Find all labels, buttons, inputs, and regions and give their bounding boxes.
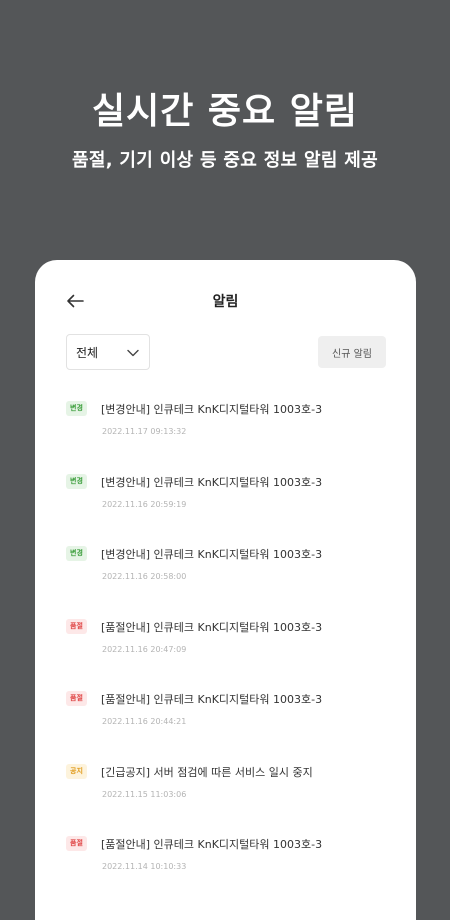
notification-title: [품절안내] 인큐테크 KnK디지털타워 1003호-3 xyxy=(101,620,323,634)
status-badge: 변경 xyxy=(66,401,87,416)
notification-title: [긴급공지] 서버 점검에 따른 서비스 일시 중지 xyxy=(101,765,313,779)
list-item[interactable]: 변경 [변경안내] 인큐테크 KnK디지털타워 1003호-3 2022.11.… xyxy=(35,533,416,606)
filter-dropdown[interactable]: 전체 xyxy=(66,334,150,370)
status-badge: 품절 xyxy=(66,618,87,634)
notification-timestamp: 2022.11.16 20:47:09 xyxy=(102,644,187,654)
notification-timestamp: 2022.11.16 20:59:19 xyxy=(102,499,187,509)
new-alert-button[interactable]: 신규 알림 xyxy=(318,336,386,368)
status-badge: 변경 xyxy=(66,546,87,561)
promo-subtitle: 품절, 기기 이상 등 중요 정보 알림 제공 xyxy=(71,150,378,171)
list-item[interactable]: 공지 [긴급공지] 서버 점검에 따른 서비스 일시 중지 2022.11.15… xyxy=(35,751,416,824)
notification-timestamp: 2022.11.16 20:58:00 xyxy=(102,572,187,581)
list-item[interactable]: 품절 [품절안내] 인큐테크 KnK디지털타워 1003호-3 2022.11.… xyxy=(35,606,416,679)
app-screen-card: 알림 전체 신규 알림 변경 [변경안내] 인큐테크 KnK디지털타워 1003… xyxy=(35,260,416,920)
notification-timestamp: 2022.11.17 09:13:32 xyxy=(102,427,187,436)
notification-timestamp: 2022.11.14 10:10:33 xyxy=(102,862,187,871)
notification-title: [변경안내] 인큐테크 KnK디지털타워 1003호-3 xyxy=(101,475,323,489)
filter-selected-value: 전체 xyxy=(76,345,99,360)
promo-title: 실시간 중요 알림 xyxy=(92,91,358,132)
notification-title: [변경안내] 인큐테크 KnK디지털타워 1003호-3 xyxy=(101,548,323,561)
top-bar: 알림 xyxy=(35,260,416,340)
list-item[interactable]: 품절 [품절안내] 인큐테크 KnK디지털타워 1003호-3 2022.11.… xyxy=(35,678,416,751)
list-item[interactable]: 변경 [변경안내] 인큐테크 KnK디지털타워 1003호-3 2022.11.… xyxy=(35,461,416,534)
notification-timestamp: 2022.11.16 20:44:21 xyxy=(102,717,187,726)
status-badge: 변경 xyxy=(66,473,87,489)
status-badge: 품절 xyxy=(66,836,87,851)
notification-list: 변경 [변경안내] 인큐테크 KnK디지털타워 1003호-3 2022.11.… xyxy=(35,388,416,896)
status-badge: 품절 xyxy=(66,691,87,706)
page-title: 알림 xyxy=(212,294,239,310)
notification-title: [품절안내] 인큐테크 KnK디지털타워 1003호-3 xyxy=(101,693,323,706)
list-item[interactable]: 변경 [변경안내] 인큐테크 KnK디지털타워 1003호-3 2022.11.… xyxy=(35,388,416,461)
notification-title: [변경안내] 인큐테크 KnK디지털타워 1003호-3 xyxy=(101,403,323,416)
status-badge: 공지 xyxy=(66,763,87,779)
promo-banner: 실시간 중요 알림 품절, 기기 이상 등 중요 정보 알림 제공 xyxy=(0,0,450,260)
notification-timestamp: 2022.11.15 11:03:06 xyxy=(102,789,187,799)
list-item[interactable]: 품절 [품절안내] 인큐테크 KnK디지털타워 1003호-3 2022.11.… xyxy=(35,823,416,896)
notification-title: [품절안내] 인큐테크 KnK디지털타워 1003호-3 xyxy=(101,838,323,851)
chevron-down-icon xyxy=(127,349,139,357)
